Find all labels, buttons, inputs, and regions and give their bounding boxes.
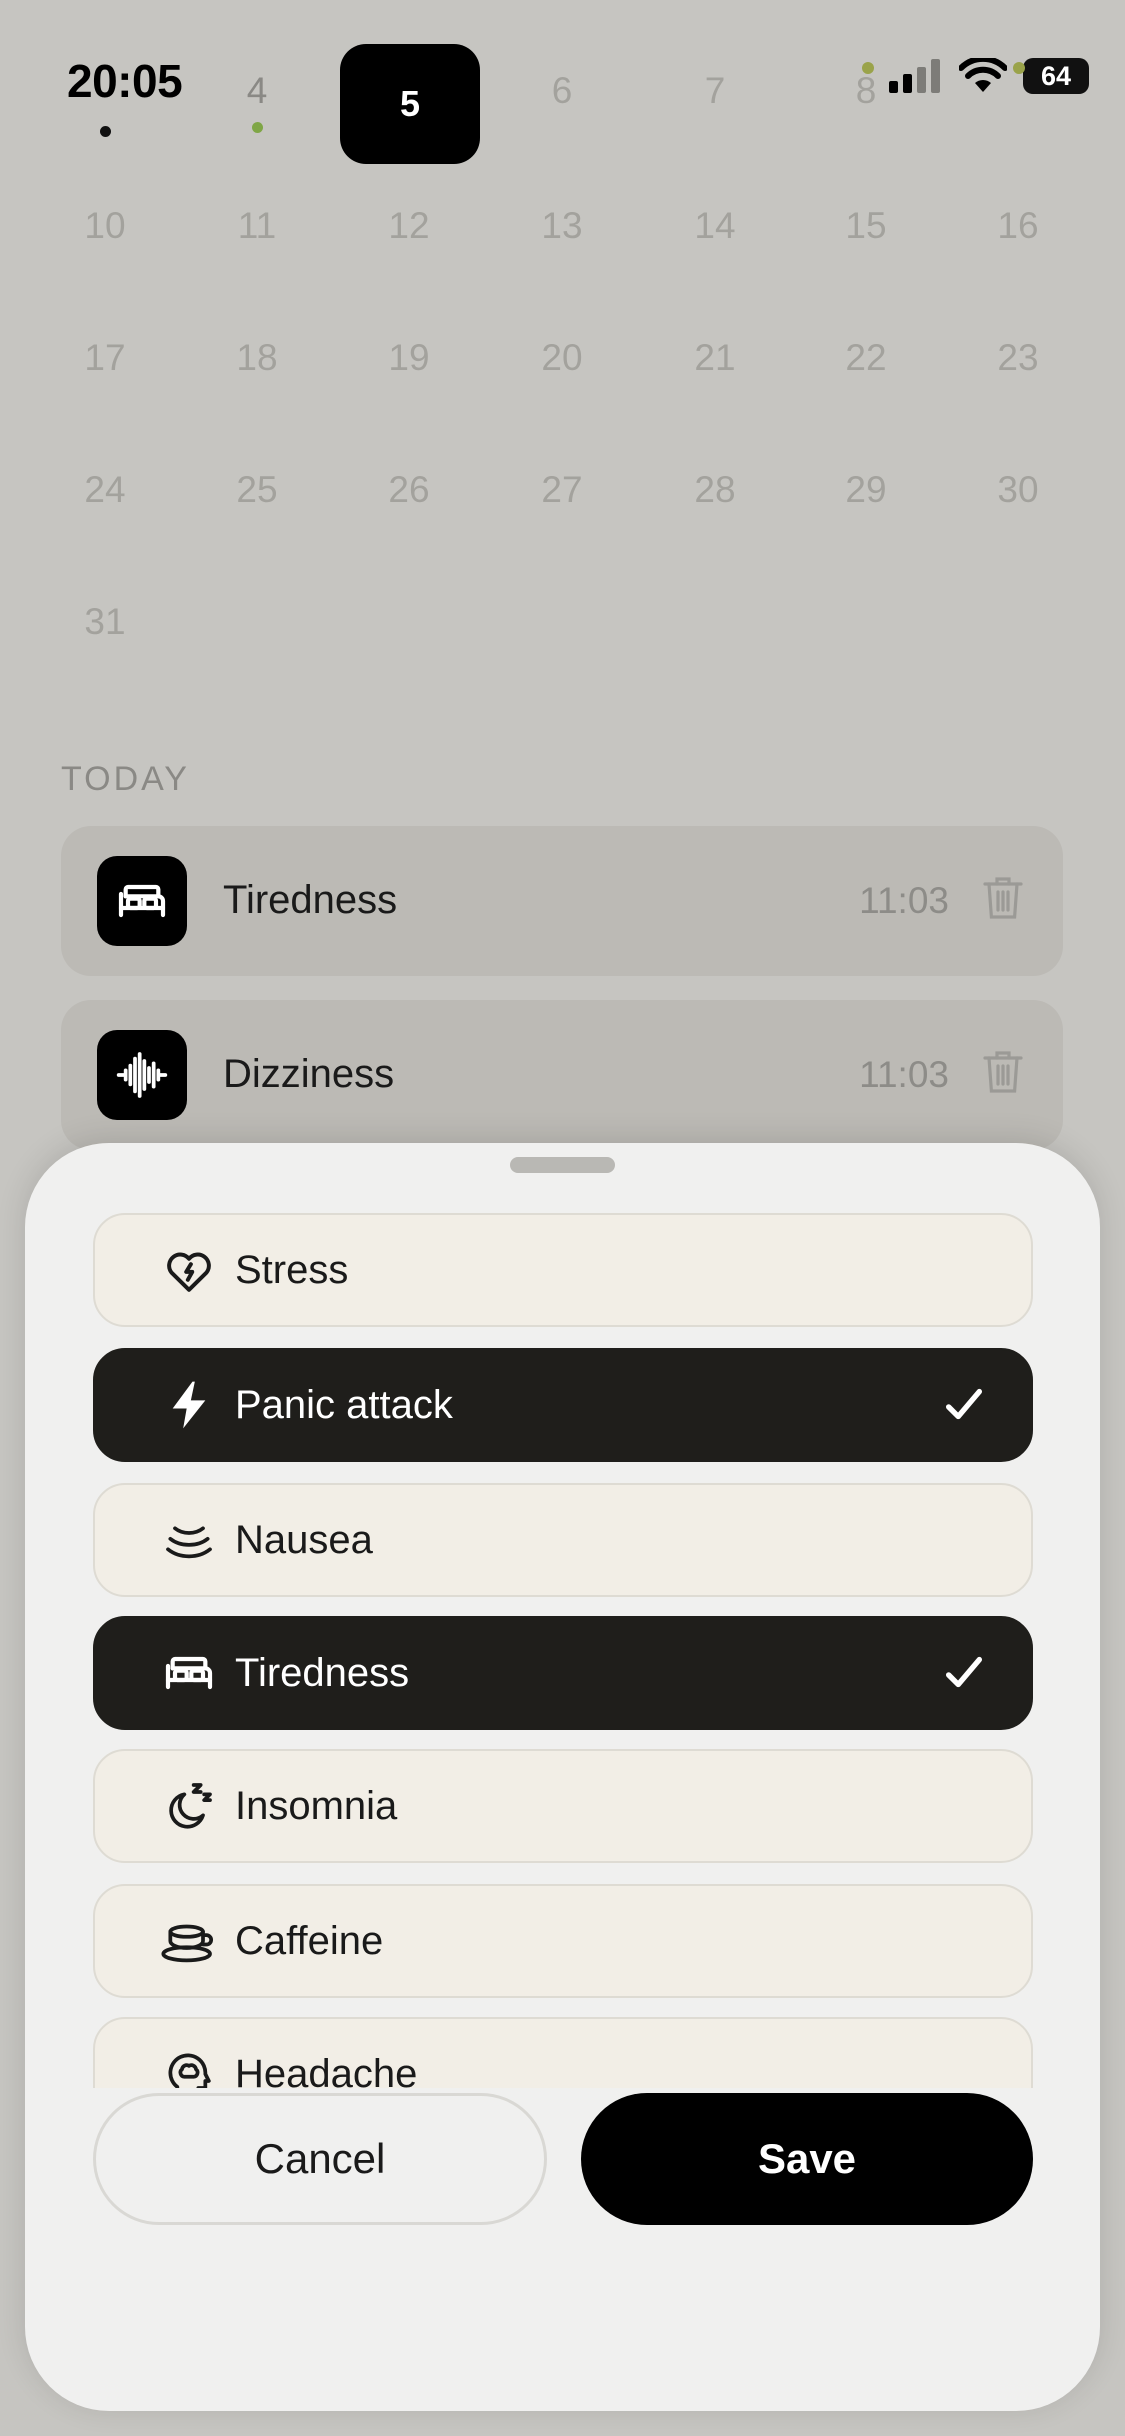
- calendar-day[interactable]: 17: [45, 337, 165, 379]
- entry-label: Dizziness: [223, 1052, 395, 1096]
- calendar-week-4: 24 25 26 27 28 29 30: [0, 469, 1125, 549]
- calendar-day[interactable]: 14: [655, 205, 775, 247]
- option-tiredness[interactable]: Tiredness: [93, 1616, 1033, 1730]
- calendar-day[interactable]: 19: [349, 337, 469, 379]
- calendar-day[interactable]: 25: [197, 469, 317, 511]
- selected-day[interactable]: 5: [340, 44, 480, 164]
- symptom-picker-sheet: Stress Panic attack Nausea Tiredness Ins…: [25, 1143, 1100, 2411]
- moon-zzz-icon: [139, 1751, 239, 1861]
- option-label: Tiredness: [235, 1650, 410, 1695]
- bed-icon: [139, 1618, 239, 1728]
- option-insomnia[interactable]: Insomnia: [93, 1749, 1033, 1863]
- calendar-day[interactable]: 4: [197, 70, 317, 133]
- option-panic-attack[interactable]: Panic attack: [93, 1348, 1033, 1462]
- coffee-cup-icon: [139, 1886, 239, 1996]
- broken-heart-icon: [139, 1215, 239, 1325]
- calendar-day[interactable]: 7: [655, 70, 775, 112]
- calendar-day[interactable]: 23: [958, 337, 1078, 379]
- calendar-day[interactable]: 29: [806, 469, 926, 511]
- event-dot: [99, 126, 111, 137]
- calendar-day[interactable]: 10: [45, 205, 165, 247]
- option-label: Headache: [235, 2051, 418, 2089]
- calendar-day[interactable]: 6: [502, 70, 622, 112]
- checkmark-icon: [941, 1382, 987, 1433]
- brain-head-icon: [139, 2019, 239, 2088]
- option-headache[interactable]: Headache: [93, 2017, 1033, 2088]
- option-label: Insomnia: [235, 1783, 398, 1828]
- calendar-day[interactable]: 31: [45, 601, 165, 643]
- calendar-day[interactable]: 18: [197, 337, 317, 379]
- today-section-label: TODAY: [61, 760, 190, 798]
- calendar-day[interactable]: 27: [502, 469, 622, 511]
- screen: 20:05 64 3 4 6 7 8 5 10 11: [0, 0, 1125, 2436]
- calendar-day[interactable]: 24: [45, 469, 165, 511]
- option-label: Panic attack: [235, 1382, 453, 1427]
- today-entry-dizziness[interactable]: Dizziness 11:03: [61, 1000, 1063, 1150]
- bed-icon: [97, 856, 187, 946]
- option-label: Nausea: [235, 1517, 373, 1562]
- calendar-day[interactable]: 28: [655, 469, 775, 511]
- calendar-week-1: 3 4 6 7 8: [0, 62, 1125, 150]
- calendar-day[interactable]: 15: [806, 205, 926, 247]
- calendar-day[interactable]: 8: [806, 70, 926, 112]
- trash-icon[interactable]: [983, 874, 1023, 927]
- calendar-day[interactable]: 26: [349, 469, 469, 511]
- calendar-day[interactable]: 13: [502, 205, 622, 247]
- calendar-day[interactable]: 12: [349, 205, 469, 247]
- option-stress[interactable]: Stress: [93, 1213, 1033, 1327]
- checkmark-icon: [941, 1650, 987, 1701]
- calendar-day[interactable]: 21: [655, 337, 775, 379]
- waveform-icon: [97, 1030, 187, 1120]
- option-label: Caffeine: [235, 1918, 384, 1963]
- calendar-week-3: 17 18 19 20 21 22 23: [0, 337, 1125, 417]
- calendar-week-5: 31: [0, 601, 1125, 681]
- calendar-day[interactable]: 3: [45, 70, 165, 137]
- event-dot: [251, 122, 263, 133]
- trash-icon[interactable]: [983, 1048, 1023, 1101]
- save-button[interactable]: Save: [581, 2093, 1033, 2225]
- calendar-day[interactable]: 16: [958, 205, 1078, 247]
- entry-time: 11:03: [859, 1054, 949, 1095]
- calendar-day[interactable]: 22: [806, 337, 926, 379]
- cancel-button[interactable]: Cancel: [93, 2093, 547, 2225]
- waves-icon: [139, 1485, 239, 1595]
- today-entry-tiredness[interactable]: Tiredness 11:03: [61, 826, 1063, 976]
- option-caffeine[interactable]: Caffeine: [93, 1884, 1033, 1998]
- option-label: Stress: [235, 1247, 349, 1292]
- entry-time: 11:03: [859, 880, 949, 921]
- entry-label: Tiredness: [223, 878, 398, 922]
- calendar-day[interactable]: 30: [958, 469, 1078, 511]
- calendar-day[interactable]: 20: [502, 337, 622, 379]
- event-dot: [1013, 62, 1025, 74]
- option-nausea[interactable]: Nausea: [93, 1483, 1033, 1597]
- calendar-day[interactable]: 11: [197, 205, 317, 247]
- lightning-icon: [139, 1350, 239, 1460]
- symptom-options-list[interactable]: Stress Panic attack Nausea Tiredness Ins…: [25, 1143, 1100, 2088]
- calendar-week-2: 10 11 12 13 14 15 16: [0, 205, 1125, 285]
